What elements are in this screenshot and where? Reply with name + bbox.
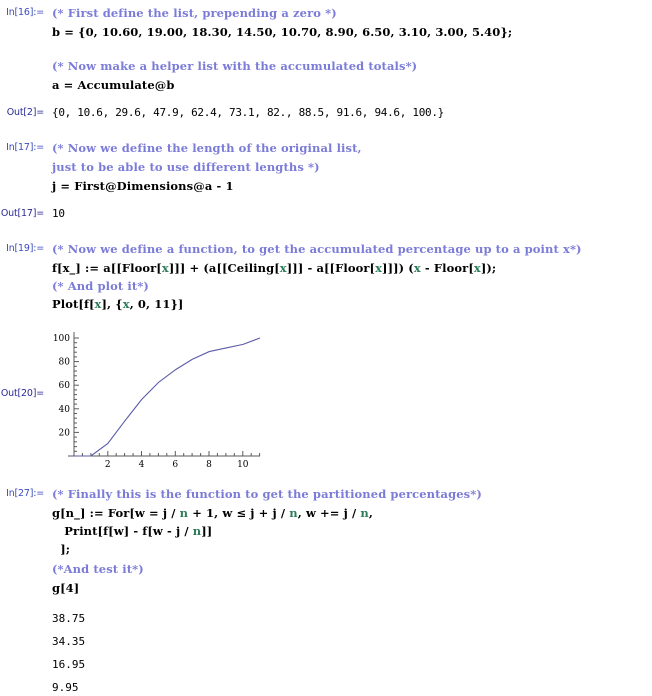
plot-svg: 100 80 60 40 20 2 4 6 8 10 (53, 332, 261, 470)
svg-text:60: 60 (59, 381, 71, 391)
cell-content-in27: (* Finally this is the function to get t… (48, 487, 652, 595)
code-line: Plot[f[x], {x, 0, 11}] (52, 297, 184, 311)
cell-prompt-in27: In[27]:= (6, 488, 44, 499)
plot-output-graphic[interactable]: 100 80 60 40 20 2 4 6 8 10 (48, 330, 278, 470)
code-line: Print[f[w] - f[w - j / n]] (52, 524, 213, 538)
svg-text:8: 8 (206, 460, 212, 470)
cell-content-out2: {0, 10.6, 29.6, 47.9, 62.4, 73.1, 82., 8… (48, 106, 652, 120)
x-axis-ticks: 2 4 6 8 10 (105, 451, 249, 470)
code-comment: (*And test it*) (52, 562, 144, 576)
svg-text:80: 80 (59, 358, 71, 368)
cell-content-in16: (* First define the list, prepending a z… (48, 6, 652, 92)
svg-text:100: 100 (53, 334, 70, 344)
print-output-row: 38.75 34.35 16.95 9.95 (0, 612, 652, 695)
svg-text:20: 20 (59, 428, 71, 438)
cell-content-in17: (* Now we define the length of the origi… (48, 141, 652, 193)
cell-prompt-out20: Out[20]= (0, 388, 44, 399)
print-output-value: 16.95 (52, 658, 86, 671)
code-line: b = {0, 10.60, 19.00, 18.30, 14.50, 10.7… (52, 25, 513, 39)
cell-prompt-out17: Out[17]= (0, 208, 44, 219)
code-comment: (* Finally this is the function to get t… (52, 487, 482, 501)
svg-text:4: 4 (139, 460, 145, 470)
cell-content-out17: 10 (48, 207, 652, 221)
plot-data-curve (74, 337, 261, 457)
svg-text:2: 2 (105, 460, 111, 470)
notebook-cell-out17: Out[17]= 10 (0, 207, 652, 221)
notebook-cell-in19[interactable]: In[19]:= (* Now we define a function, to… (0, 242, 652, 311)
cell-prompt-out2: Out[2]= (6, 107, 44, 118)
cell-prompt-in17: In[17]:= (6, 142, 44, 153)
cell-content-in19: (* Now we define a function, to get the … (48, 242, 652, 311)
code-line: j = First@Dimensions@a - 1 (52, 179, 234, 193)
svg-text:10: 10 (237, 460, 249, 470)
code-line: ]; (52, 542, 71, 556)
code-comment: just to be able to use different lengths… (52, 160, 320, 174)
code-comment: (* Now we define the length of the origi… (52, 141, 362, 155)
code-comment: (* First define the list, prepending a z… (52, 6, 337, 20)
code-comment: (* Now make a helper list with the accum… (52, 59, 418, 73)
notebook-cell-out2: Out[2]= {0, 10.6, 29.6, 47.9, 62.4, 73.1… (0, 106, 652, 120)
notebook-cell-in27[interactable]: In[27]:= (* Finally this is the function… (0, 487, 652, 595)
code-line: g[4] (52, 581, 80, 595)
code-line: g[n_] := For[w = j / n + 1, w ≤ j + j / … (52, 506, 373, 520)
code-line: a = Accumulate@b (52, 78, 175, 92)
output-value: {0, 10.6, 29.6, 47.9, 62.4, 73.1, 82., 8… (52, 106, 444, 119)
code-comment: (* And plot it*) (52, 279, 149, 293)
notebook-cell-in16[interactable]: In[16]:= (* First define the list, prepe… (0, 6, 652, 92)
print-output-value: 38.75 (52, 612, 86, 625)
cell-prompt-in19: In[19]:= (6, 243, 44, 254)
print-output-value: 34.35 (52, 635, 86, 648)
notebook-cell-in17[interactable]: In[17]:= (* Now we define the length of … (0, 141, 652, 193)
print-output-value: 9.95 (52, 681, 79, 694)
cell-prompt-in16: In[16]:= (6, 7, 44, 18)
output-value: 10 (52, 207, 65, 220)
svg-text:40: 40 (59, 405, 71, 415)
svg-text:6: 6 (172, 460, 178, 470)
print-output-list: 38.75 34.35 16.95 9.95 (48, 612, 652, 695)
code-line: f[x_] := a[[Floor[x]]] + (a[[Ceiling[x]]… (52, 261, 497, 275)
code-comment: (* Now we define a function, to get the … (52, 242, 582, 256)
mathematica-notebook: In[16]:= (* First define the list, prepe… (0, 0, 652, 696)
